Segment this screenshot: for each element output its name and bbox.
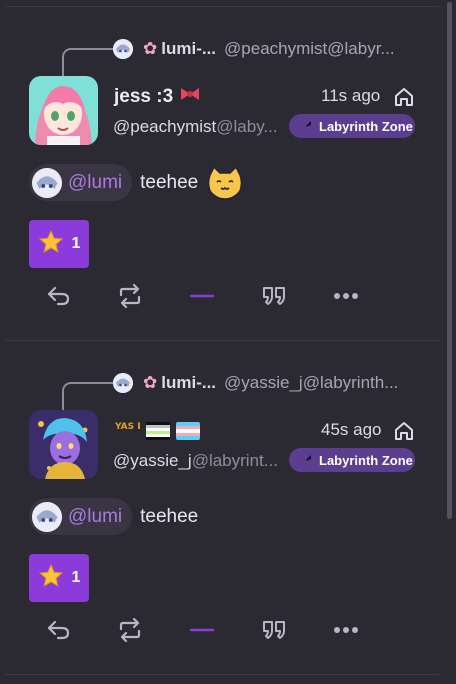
more-button[interactable] <box>326 614 366 646</box>
yas-eln-badge-icon: YAS ELN <box>114 420 157 448</box>
post-text: teehee <box>140 171 199 193</box>
instance-badge[interactable]: Labyrinth Zone <box>289 114 415 138</box>
display-name-text[interactable]: jess :3 <box>114 86 173 108</box>
context-handle[interactable]: @yassie_j@labyrinth... <box>224 373 404 393</box>
reaction-count: 1 <box>71 569 81 586</box>
author-handle[interactable]: @peachymist@laby... <box>113 117 281 137</box>
star-reaction[interactable]: 1 <box>29 220 89 268</box>
post-text: teehee <box>140 505 199 527</box>
boost-button[interactable] <box>110 614 150 646</box>
note-actions <box>29 280 419 312</box>
more-button[interactable] <box>326 280 366 312</box>
like-dash-icon <box>189 294 215 298</box>
quote-icon <box>263 621 285 639</box>
author-handle[interactable]: @yassie_j@labyrint... <box>113 451 281 471</box>
bow-icon <box>179 86 201 108</box>
timestamp[interactable]: 11s ago <box>321 86 380 106</box>
star-reaction[interactable]: 1 <box>29 554 89 602</box>
handle-domain: @labyrint... <box>191 451 278 470</box>
scrollbar-thumb[interactable] <box>447 2 452 519</box>
reply-button[interactable] <box>39 614 79 646</box>
post-content: @lumi teehee <box>29 164 244 201</box>
star-icon <box>38 229 64 260</box>
like-dash-icon <box>189 628 215 632</box>
instance-logo-icon <box>299 453 313 467</box>
flower-icon: ✿ <box>143 39 158 58</box>
handle-user: @yassie_j <box>113 451 192 470</box>
note-actions <box>29 614 419 646</box>
home-icon <box>393 420 415 442</box>
author-avatar[interactable] <box>29 76 98 145</box>
reply-icon <box>47 286 70 306</box>
reply-button[interactable] <box>39 280 79 312</box>
reaction-count: 1 <box>71 235 81 252</box>
author-avatar[interactable] <box>29 410 98 479</box>
home-icon <box>393 86 415 108</box>
context-handle[interactable]: @peachymist@labyr... <box>224 39 404 59</box>
instance-badge[interactable]: Labyrinth Zone <box>289 448 415 472</box>
mention-text: @lumi <box>68 505 123 527</box>
flower-icon: ✿ <box>143 373 158 392</box>
display-name[interactable]: YAS ELN <box>114 420 206 448</box>
instance-name: Labyrinth Zone <box>319 452 413 468</box>
context-avatar[interactable] <box>113 39 133 59</box>
note-post[interactable]: ✿ lumi-... @yassie_j@labyrinth... YAS EL… <box>5 340 439 674</box>
boost-button[interactable] <box>110 280 150 312</box>
handle-domain: @laby... <box>216 117 278 136</box>
divider <box>5 674 439 675</box>
context-avatar[interactable] <box>113 373 133 393</box>
like-button[interactable] <box>182 280 222 312</box>
note-post[interactable]: ✿ lumi-... @peachymist@labyr... jess :3 … <box>5 6 439 340</box>
svg-text:YAS ELN: YAS ELN <box>114 422 140 432</box>
quote-icon <box>263 287 285 305</box>
reply-context[interactable]: ✿ lumi-... @yassie_j@labyrinth... <box>113 371 404 395</box>
repeat-icon <box>119 284 141 308</box>
trans-flag-icon <box>176 422 200 446</box>
cat-emoji-icon <box>206 165 244 201</box>
quote-button[interactable] <box>254 614 294 646</box>
mention-avatar <box>32 501 62 532</box>
repeat-icon <box>119 618 141 642</box>
instance-logo-icon <box>299 119 313 133</box>
context-name[interactable]: lumi-... <box>161 39 216 59</box>
timestamp[interactable]: 45s ago <box>321 420 382 440</box>
quote-button[interactable] <box>254 280 294 312</box>
like-button[interactable] <box>182 614 222 646</box>
mention-avatar <box>32 167 62 198</box>
mention-chip[interactable]: @lumi <box>29 498 133 535</box>
timeline: ✿ lumi-... @peachymist@labyr... jess :3 … <box>5 0 439 684</box>
scrollbar[interactable] <box>446 0 456 684</box>
mention-chip[interactable]: @lumi <box>29 164 133 201</box>
star-icon <box>38 563 64 594</box>
post-content: @lumi teehee <box>29 498 198 535</box>
handle-user: @peachymist <box>113 117 217 136</box>
mention-text: @lumi <box>68 171 123 193</box>
more-icon <box>334 627 358 633</box>
more-icon <box>334 293 358 299</box>
reply-context[interactable]: ✿ lumi-... @peachymist@labyr... <box>113 37 404 61</box>
context-name[interactable]: lumi-... <box>161 373 216 393</box>
display-name[interactable]: jess :3 <box>114 86 201 108</box>
agender-flag-icon <box>146 422 170 446</box>
instance-name: Labyrinth Zone <box>319 118 413 134</box>
reply-icon <box>47 620 70 640</box>
